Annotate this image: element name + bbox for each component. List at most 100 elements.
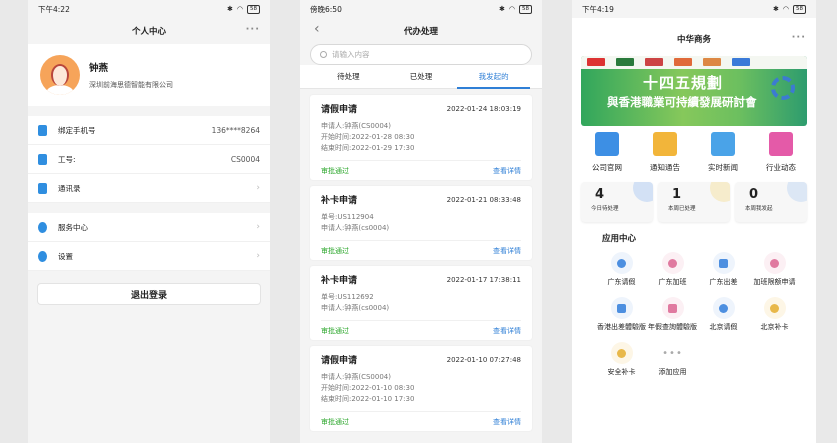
app-label: 年假查詢體驗版 bbox=[648, 323, 697, 331]
news-icon bbox=[711, 132, 735, 156]
view-detail-link[interactable]: 查看详情 bbox=[493, 417, 521, 427]
profile-card[interactable]: 钟燕 深圳前海思德智能有限公司 bbox=[28, 44, 270, 106]
hand-icon bbox=[763, 297, 786, 319]
tab-bar: 待处理 已处理 我发起的 bbox=[300, 65, 542, 89]
wifi-icon: ◠ bbox=[508, 5, 515, 13]
card-line: 申请人:钟燕(CS0004) bbox=[321, 122, 391, 130]
stat-label: 今日待处理 bbox=[591, 206, 619, 212]
chevron-right-icon: › bbox=[256, 251, 260, 261]
banner-image[interactable]: 十四五規劃 與香港職業可持續發展研討會 bbox=[581, 56, 807, 126]
more-icon[interactable]: ··· bbox=[792, 32, 806, 43]
stat-week-processed[interactable]: 1 本周已处理 bbox=[658, 182, 730, 222]
status-badge: 审批通过 bbox=[321, 418, 349, 426]
app-hk-trip[interactable]: 香港出差體驗版 bbox=[596, 297, 647, 332]
app-label: 广东出差 bbox=[709, 278, 738, 286]
row-contacts[interactable]: 通讯录 › bbox=[28, 174, 270, 203]
app-label: 加班限额申请 bbox=[753, 278, 796, 286]
user-company: 深圳前海思德智能有限公司 bbox=[89, 81, 173, 89]
app-label: 广东请假 bbox=[607, 278, 636, 286]
row-label: 工号: bbox=[58, 154, 76, 164]
page-title: 中华商务 bbox=[676, 35, 711, 45]
view-detail-link[interactable]: 查看详情 bbox=[493, 326, 521, 336]
shortcut-notice[interactable]: 通知通告 bbox=[636, 132, 694, 173]
notice-icon bbox=[653, 132, 677, 156]
todo-screen: 傍晚6:50 ✱ ◠ 58 ‹ 代办处理 请输入内容 待处理 已处理 我发起的 请假… bbox=[300, 0, 542, 443]
stat-label: 本周我发起 bbox=[745, 206, 773, 212]
stat-today-pending[interactable]: 4 今日待处理 bbox=[581, 182, 653, 222]
card-title: 请假申请 bbox=[321, 105, 358, 115]
back-icon[interactable]: ‹ bbox=[314, 21, 320, 37]
row-service-center[interactable]: 服务中心 › bbox=[28, 213, 270, 242]
phone-icon bbox=[38, 124, 47, 136]
stat-week-initiated[interactable]: 0 本周我发起 bbox=[735, 182, 807, 222]
tab-initiated[interactable]: 我发起的 bbox=[457, 65, 531, 89]
person-clock-icon bbox=[661, 252, 684, 274]
person-icon bbox=[610, 252, 633, 274]
search-placeholder: 请输入内容 bbox=[332, 50, 370, 59]
card-line: 开始时间:2022-01-28 08:30 bbox=[321, 133, 415, 141]
card-line: 申请人:钟燕(cs0004) bbox=[321, 224, 390, 232]
status-time: 傍晚6:50 bbox=[310, 4, 342, 14]
app-bj-leave[interactable]: 北京请假 bbox=[698, 297, 749, 332]
status-time: 下午4:19 bbox=[582, 4, 614, 14]
app-safe-punch[interactable]: 安全补卡 bbox=[596, 342, 647, 377]
more-icon[interactable]: ··· bbox=[246, 24, 260, 35]
row-label: 绑定手机号 bbox=[58, 125, 96, 135]
logout-button[interactable]: 退出登录 bbox=[37, 283, 261, 305]
tab-processed[interactable]: 已处理 bbox=[385, 65, 458, 89]
person-icon bbox=[712, 297, 735, 319]
nav-bar: 个人中心 ··· bbox=[28, 18, 270, 44]
card-date: 2022-01-17 17:38:11 bbox=[446, 275, 521, 284]
avatar bbox=[40, 55, 80, 95]
badge-icon bbox=[38, 153, 47, 165]
wifi-icon: ◠ bbox=[782, 5, 789, 13]
trend-icon bbox=[769, 132, 793, 156]
status-bar: 下午4:22 ✱ ◠ 58 bbox=[28, 0, 270, 18]
bluetooth-icon: ✱ bbox=[227, 5, 233, 13]
card-title: 补卡申请 bbox=[321, 196, 358, 206]
status-time: 下午4:22 bbox=[38, 4, 70, 14]
shortcut-company-site[interactable]: 公司官网 bbox=[578, 132, 636, 173]
request-card[interactable]: 补卡申请 2022-01-21 08:33:48 单号:US112904 申请人:… bbox=[310, 186, 532, 260]
calendar-icon bbox=[661, 297, 684, 319]
hand-icon bbox=[610, 342, 633, 364]
home-screen: 下午4:19 ✱ ◠ 58 中华商务 ··· 十四五規劃 與香港職業可持續發展研討會… bbox=[572, 0, 816, 443]
shortcut-industry[interactable]: 行业动态 bbox=[752, 132, 810, 173]
row-phone[interactable]: 绑定手机号 136****8264 bbox=[28, 116, 270, 145]
status-bar: 下午4:19 ✱ ◠ 58 bbox=[572, 0, 816, 18]
gear-icon bbox=[771, 76, 795, 100]
app-gd-leave[interactable]: 广东请假 bbox=[596, 252, 647, 287]
row-settings[interactable]: 设置 › bbox=[28, 242, 270, 271]
stats-row: 4 今日待处理 1 本周已处理 0 本周我发起 bbox=[572, 173, 816, 222]
app-gd-overtime[interactable]: 广东加班 bbox=[647, 252, 698, 287]
view-detail-link[interactable]: 查看详情 bbox=[493, 246, 521, 256]
row-employee-id[interactable]: 工号: CS0004 bbox=[28, 145, 270, 174]
view-detail-link[interactable]: 查看详情 bbox=[493, 166, 521, 176]
app-annual-leave[interactable]: 年假查詢體驗版 bbox=[647, 297, 698, 332]
info-group: 绑定手机号 136****8264 工号: CS0004 通讯录 › bbox=[28, 116, 270, 203]
shortcut-label: 通知通告 bbox=[650, 163, 680, 172]
bulb-icon bbox=[38, 221, 47, 233]
gear-icon bbox=[38, 250, 47, 262]
request-card[interactable]: 请假申请 2022-01-10 07:27:48 申请人:钟燕(CS0004) 开… bbox=[310, 346, 532, 431]
status-badge: 审批通过 bbox=[321, 327, 349, 335]
shortcut-label: 公司官网 bbox=[592, 163, 622, 172]
tab-pending[interactable]: 待处理 bbox=[312, 65, 385, 89]
app-overtime-limit[interactable]: 加班限额申请 bbox=[749, 252, 800, 287]
app-add[interactable]: ••• 添加应用 bbox=[647, 342, 698, 377]
chevron-right-icon: › bbox=[256, 222, 260, 232]
status-badge: 审批通过 bbox=[321, 167, 349, 175]
card-date: 2022-01-10 07:27:48 bbox=[446, 355, 521, 364]
app-label: 北京补卡 bbox=[760, 323, 789, 331]
request-card[interactable]: 补卡申请 2022-01-17 17:38:11 单号:US112692 申请人:… bbox=[310, 266, 532, 340]
shortcut-news[interactable]: 实时新闻 bbox=[694, 132, 752, 173]
bluetooth-icon: ✱ bbox=[499, 5, 505, 13]
card-line: 申请人:钟燕(cs0004) bbox=[321, 304, 390, 312]
card-date: 2022-01-24 18:03:19 bbox=[446, 104, 521, 113]
search-icon bbox=[320, 51, 327, 58]
app-bj-punch[interactable]: 北京补卡 bbox=[749, 297, 800, 332]
banner-subtitle: 與香港職業可持續發展研討會 bbox=[607, 95, 757, 109]
app-gd-trip[interactable]: 广东出差 bbox=[698, 252, 749, 287]
search-input[interactable]: 请输入内容 bbox=[310, 44, 532, 65]
request-card[interactable]: 请假申请 2022-01-24 18:03:19 申请人:钟燕(CS0004) 开… bbox=[310, 95, 532, 180]
